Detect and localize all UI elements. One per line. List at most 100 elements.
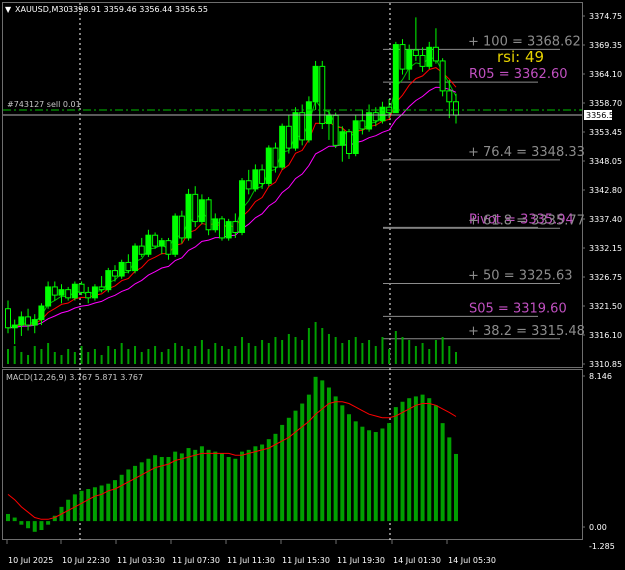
candle-body <box>65 289 72 299</box>
macd-histogram-bar <box>393 407 398 522</box>
macd-histogram-bar <box>226 456 231 522</box>
candle-body <box>426 46 433 67</box>
macd-layer <box>6 376 458 532</box>
candle-body <box>252 169 259 190</box>
candle-body <box>31 319 38 326</box>
macd-histogram-bar <box>454 453 458 522</box>
candle-body <box>125 261 132 272</box>
candle-body <box>138 245 145 255</box>
macd-histogram-bar <box>186 448 191 522</box>
rsi-label: rsi: 49 <box>497 48 544 66</box>
candle-body <box>453 101 459 116</box>
candle-body <box>312 65 319 103</box>
candle-body <box>432 46 439 62</box>
chart-menu-icon[interactable]: ▼ <box>5 5 12 14</box>
candle-body <box>185 193 192 239</box>
macd-histogram-bar <box>440 423 445 522</box>
level-label: + 50 = 3325.63 <box>468 269 572 284</box>
macd-axis-zero: 0.00 <box>589 523 607 532</box>
candle-body <box>239 180 246 233</box>
time-axis[interactable]: 10 Jul 2025 10 Jul 22:30 11 Jul 03:30 11 Ju… <box>6 540 496 565</box>
candle-body <box>71 283 78 299</box>
candle-body <box>245 180 252 190</box>
macd-histogram-bar <box>367 430 372 522</box>
price-axis[interactable]: 3374.75 3369.35 3364.10 3358.70 3353.45 3348.… <box>582 12 622 369</box>
price-axis-label: 3374.75 <box>589 12 622 21</box>
candle-body <box>111 270 118 277</box>
macd-histogram-bar <box>400 401 405 522</box>
candle-body <box>279 125 286 168</box>
macd-histogram-bar <box>106 483 111 522</box>
candle-body <box>352 120 359 155</box>
macd-histogram-bar <box>32 521 37 532</box>
macd-histogram-bar <box>433 405 438 522</box>
candle-body <box>412 49 419 56</box>
order-label: #743127 sell 0.01 <box>7 100 81 109</box>
macd-histogram-bar <box>126 469 131 522</box>
candle-body <box>339 131 346 146</box>
macd-histogram-bar <box>86 489 91 522</box>
level-label: + 38.2 = 3315.48 <box>468 324 585 339</box>
level-label: + 76.4 = 3348.33 <box>468 145 585 160</box>
macd-histogram-bar <box>260 444 265 522</box>
macd-histogram-bar <box>179 453 184 522</box>
candle-body <box>305 101 312 141</box>
macd-histogram-bar <box>253 446 258 522</box>
level-label: R05 = 3362.60 <box>469 67 568 82</box>
macd-histogram-bar <box>280 424 285 522</box>
macd-histogram-bar <box>246 449 251 522</box>
macd-label: MACD(12,26,9) 3.767 5.871 3.767 <box>6 373 143 382</box>
macd-histogram-bar <box>427 398 432 522</box>
candle-body <box>212 218 219 231</box>
candle-body <box>45 286 52 307</box>
macd-histogram-bar <box>380 428 385 522</box>
candle-body <box>105 270 112 291</box>
macd-histogram-bar <box>326 387 331 522</box>
macd-histogram-bar <box>347 414 352 522</box>
candle-body <box>225 221 232 239</box>
macd-histogram-bar <box>153 455 158 522</box>
macd-histogram-bar <box>413 396 418 522</box>
time-axis-label: 14 Jul 01:30 <box>393 556 441 565</box>
candle-body <box>172 215 179 255</box>
price-axis-label: 3348.05 <box>589 157 622 166</box>
candle-body <box>158 240 165 247</box>
candle-body <box>446 90 453 103</box>
macd-histogram-bar <box>340 405 345 522</box>
price-axis-label: 3364.10 <box>589 70 622 79</box>
candle-body <box>406 49 413 70</box>
macd-histogram-bar <box>193 449 198 522</box>
macd-histogram-bar <box>139 462 144 522</box>
candle-body <box>58 289 65 296</box>
macd-histogram-bar <box>293 410 298 522</box>
time-axis-label: 11 Jul 03:30 <box>117 556 165 565</box>
macd-histogram-bar <box>266 439 271 522</box>
macd-histogram-bar <box>173 451 178 522</box>
macd-histogram-bar <box>166 456 171 522</box>
candle-body <box>205 199 212 231</box>
macd-histogram-bar <box>219 453 224 522</box>
macd-histogram-bar <box>12 517 17 522</box>
candle-body <box>91 286 98 299</box>
candle-body <box>51 286 58 296</box>
candle-body <box>372 112 379 122</box>
candle-body <box>346 131 353 155</box>
level-label: + 61.8 = 3335.77 <box>468 213 585 228</box>
macd-histogram-bar <box>420 394 425 522</box>
macd-histogram-bar <box>313 376 318 522</box>
macd-histogram-bar <box>273 433 278 522</box>
candle-body <box>399 44 406 70</box>
time-axis-label: 11 Jul 15:30 <box>282 556 330 565</box>
candle-body <box>25 316 32 326</box>
trading-chart[interactable]: + 100 = 3368.62R05 = 3362.60+ 76.4 = 334… <box>0 0 625 570</box>
macd-histogram-bar <box>320 380 325 522</box>
candle-body <box>98 286 105 291</box>
candle-body <box>232 221 239 233</box>
candle-body <box>325 114 332 125</box>
macd-histogram-bar <box>19 521 24 525</box>
macd-histogram-bar <box>447 437 452 522</box>
macd-histogram-bar <box>206 449 211 522</box>
price-axis-label: 3353.45 <box>589 128 622 137</box>
price-axis-label: 3332.15 <box>589 244 622 253</box>
macd-histogram-bar <box>360 426 365 522</box>
